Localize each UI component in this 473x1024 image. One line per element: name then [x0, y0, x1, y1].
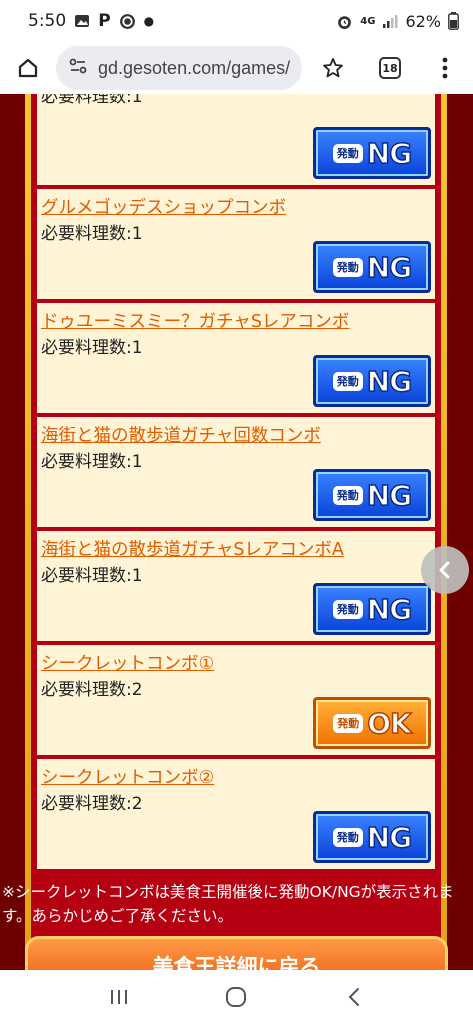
- recent-apps-icon: [110, 990, 127, 1004]
- url-text: gd.gesoten.com/games/: [98, 57, 291, 78]
- status-badge-ng: 発動 NG: [313, 127, 431, 179]
- star-icon: [323, 58, 343, 78]
- secret-combo-note: ※シークレットコンボは美食王開催後に発動OK/NGが表示されます。あらかじめご了…: [2, 883, 454, 925]
- menu-button[interactable]: [416, 42, 473, 94]
- badge-status: NG: [366, 592, 413, 627]
- home-button[interactable]: [0, 42, 56, 94]
- address-bar[interactable]: gd.gesoten.com/games/: [56, 46, 302, 90]
- badge-prefix: 発動: [332, 485, 363, 505]
- status-badge-ng: 発動 NG: [313, 469, 431, 521]
- combo-requirement: 必要料理数:1: [41, 566, 143, 586]
- status-badge-ng: 発動 NG: [313, 811, 431, 863]
- combo-card: 必要料理数:1 発動 NG: [35, 94, 437, 187]
- back-nav-button[interactable]: [324, 977, 384, 1017]
- combo-requirement: 必要料理数:1: [41, 224, 143, 244]
- badge-prefix: 発動: [332, 599, 363, 619]
- tab-switcher-button[interactable]: 18: [364, 42, 416, 94]
- signal-icon: [382, 13, 398, 29]
- edge-panel-handle[interactable]: [421, 546, 469, 594]
- home-nav-button[interactable]: [206, 977, 266, 1017]
- parking-icon: P: [98, 11, 111, 31]
- combo-link[interactable]: シークレットコンボ①: [41, 650, 214, 675]
- tab-count: 18: [379, 57, 401, 79]
- dot-icon: ●: [143, 14, 155, 28]
- badge-prefix: 発動: [332, 827, 363, 847]
- combo-link[interactable]: ドゥユーミスミー？ガチャSレアコンボ: [41, 308, 349, 333]
- bookmark-button[interactable]: [302, 42, 364, 94]
- badge-prefix: 発動: [332, 371, 363, 391]
- chevron-left-icon: [439, 561, 450, 579]
- network-label: 4G: [360, 15, 376, 27]
- back-to-gourmet-king-button[interactable]: 美食王詳細に戻る: [25, 936, 448, 970]
- badge-prefix: 発動: [333, 713, 364, 733]
- status-badge-ng: 発動 NG: [313, 355, 431, 407]
- sync-icon: [119, 13, 136, 30]
- status-badge-ok: 発動 OK: [313, 697, 431, 749]
- system-nav-bar: [0, 970, 473, 1024]
- badge-status: OK: [367, 706, 413, 741]
- combo-link[interactable]: グルメゴッデスショップコンボ: [41, 194, 286, 219]
- badge-status: NG: [366, 136, 413, 171]
- more-vert-icon: [442, 57, 447, 79]
- combo-link[interactable]: シークレットコンボ②: [41, 764, 214, 789]
- combo-card: グルメゴッデスショップコンボ 必要料理数:1 発動 NG: [35, 187, 437, 301]
- page-content: 必要料理数:1 発動 NG グルメゴッデスショップコンボ 必要料理数:1 発動 …: [0, 94, 473, 970]
- recent-apps-button[interactable]: [89, 977, 149, 1017]
- combo-card: ドゥユーミスミー？ガチャSレアコンボ 必要料理数:1 発動 NG: [35, 301, 437, 415]
- combo-card: シークレットコンボ② 必要料理数:2 発動 NG: [35, 757, 437, 871]
- combo-card: 海街と猫の散歩道ガチャ回数コンボ 必要料理数:1 発動 NG: [35, 415, 437, 529]
- badge-status: NG: [366, 478, 413, 513]
- badge-prefix: 発動: [332, 257, 363, 277]
- combo-link[interactable]: 海街と猫の散歩道ガチャ回数コンボ: [41, 422, 321, 447]
- combo-card: シークレットコンボ① 必要料理数:2 発動 OK: [35, 643, 437, 757]
- browser-toolbar: gd.gesoten.com/games/ 18: [0, 42, 473, 94]
- battery-icon: [448, 12, 459, 30]
- combo-card: 海街と猫の散歩道ガチャSレアコンボA 必要料理数:1 発動 NG: [35, 529, 437, 643]
- status-bar: 5:50 P ● 4G 62%: [0, 0, 473, 42]
- badge-status: NG: [366, 250, 413, 285]
- home-circle-icon: [226, 987, 247, 1007]
- back-icon: [348, 988, 360, 1006]
- alarm-icon: [336, 13, 353, 30]
- home-icon: [18, 58, 38, 78]
- battery-percent: 62%: [405, 11, 441, 31]
- status-badge-ng: 発動 NG: [313, 241, 431, 293]
- badge-prefix: 発動: [332, 143, 363, 163]
- status-badge-ng: 発動 NG: [313, 583, 431, 635]
- badge-status: NG: [366, 820, 413, 855]
- site-settings-icon[interactable]: [68, 56, 88, 80]
- combo-requirement: 必要料理数:1: [41, 94, 143, 107]
- combo-requirement: 必要料理数:2: [41, 794, 143, 814]
- combo-link[interactable]: 海街と猫の散歩道ガチャSレアコンボA: [41, 536, 344, 561]
- gallery-icon: [74, 13, 90, 29]
- combo-requirement: 必要料理数:2: [41, 680, 143, 700]
- combo-requirement: 必要料理数:1: [41, 338, 143, 358]
- back-button-label: 美食王詳細に戻る: [152, 955, 321, 970]
- status-time: 5:50: [28, 11, 67, 31]
- badge-status: NG: [366, 364, 413, 399]
- combo-requirement: 必要料理数:1: [41, 452, 143, 472]
